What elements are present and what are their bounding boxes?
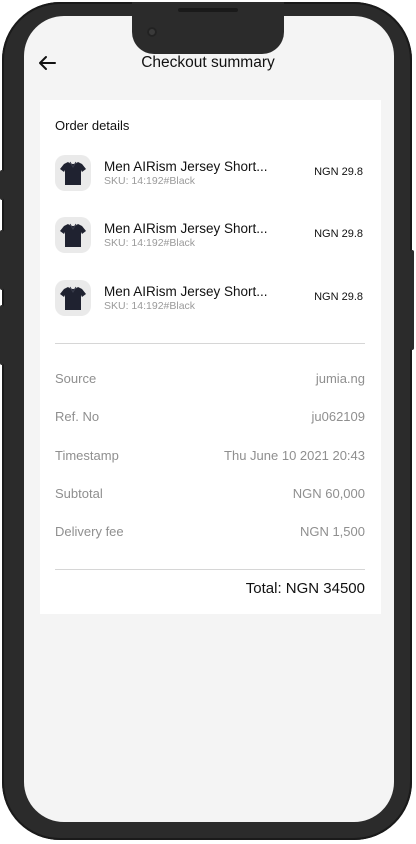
summary-row-source: Source jumia.ng xyxy=(55,371,365,386)
row-value: Thu June 10 2021 20:43 xyxy=(224,448,365,463)
row-label: Subtotal xyxy=(55,486,103,501)
order-item[interactable]: Men AIRism Jersey Short... SKU: 14:192#B… xyxy=(55,278,375,318)
summary-row-subtotal: Subtotal NGN 60,000 xyxy=(55,486,365,501)
order-details-heading: Order details xyxy=(55,118,130,133)
divider xyxy=(55,569,365,570)
product-thumbnail xyxy=(55,155,91,191)
item-name: Men AIRism Jersey Short... xyxy=(104,159,268,174)
item-price: NGN 29.8 xyxy=(314,291,363,303)
summary-row-timestamp: Timestamp Thu June 10 2021 20:43 xyxy=(55,448,365,463)
summary-row-ref-no: Ref. No ju062109 xyxy=(55,409,365,424)
item-sku: SKU: 14:192#Black xyxy=(104,175,196,187)
row-value: jumia.ng xyxy=(315,371,365,386)
item-name: Men AIRism Jersey Short... xyxy=(104,284,268,299)
summary-row-delivery-fee: Delivery fee NGN 1,500 xyxy=(55,524,365,539)
order-item[interactable]: Men AIRism Jersey Short... SKU: 14:192#B… xyxy=(55,153,375,193)
order-item[interactable]: Men AIRism Jersey Short... SKU: 14:192#B… xyxy=(55,215,375,255)
side-button xyxy=(0,230,4,290)
item-price: NGN 29.8 xyxy=(314,228,363,240)
row-label: Source xyxy=(55,371,97,386)
order-total: Total: NGN 34500 xyxy=(245,580,365,597)
shirt-icon xyxy=(60,286,86,310)
item-sku: SKU: 14:192#Black xyxy=(104,237,196,249)
page-title: Checkout summary xyxy=(141,54,275,71)
item-price: NGN 29.8 xyxy=(314,166,363,178)
order-summary-card: Order details Men AIRism Jersey Short...… xyxy=(40,100,381,614)
shirt-icon xyxy=(60,161,86,185)
item-name: Men AIRism Jersey Short... xyxy=(104,221,268,236)
side-button xyxy=(0,170,4,200)
shirt-icon xyxy=(60,223,86,247)
side-button xyxy=(410,250,414,350)
speaker xyxy=(178,8,238,12)
camera xyxy=(147,27,157,37)
product-thumbnail xyxy=(55,217,91,253)
product-thumbnail xyxy=(55,280,91,316)
side-button xyxy=(0,305,4,365)
row-label: Ref. No xyxy=(55,409,100,424)
row-value: NGN 60,000 xyxy=(292,486,365,501)
row-value: NGN 1,500 xyxy=(299,524,365,539)
row-label: Timestamp xyxy=(55,448,119,463)
item-sku: SKU: 14:192#Black xyxy=(104,300,196,312)
divider xyxy=(55,343,365,344)
row-value: ju062109 xyxy=(311,409,366,424)
row-label: Delivery fee xyxy=(55,524,124,539)
